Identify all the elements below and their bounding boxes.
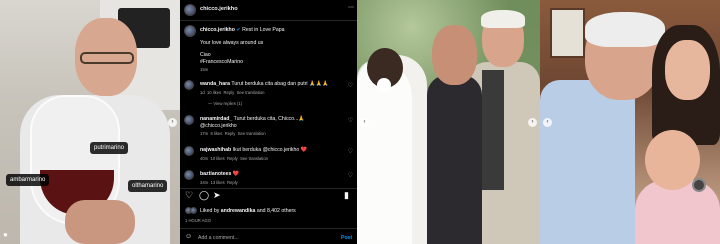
scarf (482, 70, 504, 190)
divider (180, 20, 357, 21)
comment-mention[interactable]: @chicco.jerikho (200, 123, 237, 130)
comment-like-icon[interactable]: ♡ (348, 117, 353, 124)
comment-meta: 1d 10 likes Reply See translation (200, 90, 265, 95)
next-arrow-icon[interactable]: › (168, 118, 177, 127)
next-arrow-icon[interactable]: › (528, 118, 537, 127)
liked-by-text[interactable]: Liked by andrewandika and 8,402 others (200, 208, 296, 215)
comment-avatar[interactable] (184, 115, 194, 125)
avatar[interactable] (184, 4, 196, 16)
comment-meta: 34m 13 likes Reply (200, 180, 238, 185)
comment-like-icon[interactable]: ♡ (348, 82, 353, 89)
person-tag-icon[interactable]: ● (3, 230, 8, 239)
emoji-icon[interactable]: ☺ (185, 233, 192, 242)
caption-line-2: Your love always around us (200, 40, 264, 46)
tag-ambarmarino[interactable]: ambarmarino (6, 174, 50, 186)
comment-text: wanda_hara Turut berduka cita abag dan p… (200, 81, 329, 87)
caption-line-3: Ciao (200, 52, 211, 58)
woman-head (432, 25, 477, 85)
hair-flower (377, 78, 391, 92)
caption-time: 15m (200, 67, 209, 72)
eyeglasses (80, 52, 134, 64)
hand (65, 200, 135, 244)
photo-panel-family: ‹ (540, 0, 720, 244)
divider (180, 188, 357, 189)
photo-panel-wedding: ‹ › (357, 0, 540, 244)
post-button[interactable]: Post (341, 235, 352, 242)
prev-arrow-icon[interactable]: ‹ (360, 118, 369, 127)
caption-avatar[interactable] (184, 25, 196, 37)
comment-avatar[interactable] (184, 170, 194, 180)
wristwatch (692, 178, 706, 192)
tag-putrimarino[interactable]: putrimarino (90, 142, 129, 154)
comment-avatar[interactable] (184, 80, 194, 90)
photo-panel-left: putrimarino ambarmarino olthamarino ● › (0, 0, 180, 244)
comment-avatar[interactable] (184, 146, 194, 156)
comment-text: nanamirdad_ Turut berduka cita, Chicco..… (200, 116, 305, 122)
comment-meta: 40m 10 likes Reply See translation (200, 156, 268, 161)
woman-body (427, 75, 482, 244)
comment-like-icon[interactable]: ♡ (348, 172, 353, 179)
man-shirt (540, 80, 635, 244)
divider (180, 228, 357, 229)
comment-like-icon[interactable]: ♡ (348, 148, 353, 155)
comment-meta: 17m 6 likes Reply See translation (200, 131, 266, 136)
share-icon[interactable]: ➤ (213, 190, 221, 201)
tag-olthamarino[interactable]: olthamarino (128, 180, 168, 192)
instagram-comments-panel: chicco.jerikho ⋯ chicco.jerikho ✔ Rest i… (180, 0, 357, 244)
man-hair (585, 12, 665, 47)
more-options-icon[interactable]: ⋯ (348, 5, 354, 13)
comment-text: najwashihab Ikut berduka @chicco.jerikho… (200, 147, 308, 153)
baby-shirt (635, 180, 720, 244)
comment-text: baztianotees ❤️ (200, 171, 240, 177)
add-comment-input[interactable]: Add a comment... (198, 235, 239, 242)
heart-icon[interactable]: ♡ (185, 190, 193, 201)
older-man-hair (481, 10, 525, 28)
view-replies-link[interactable]: — View replies (1) (208, 101, 242, 106)
liked-by-avatar (190, 207, 197, 214)
bookmark-icon[interactable]: ▮ (344, 190, 349, 201)
post-time: 1 HOUR AGO (185, 218, 212, 223)
caption-line-1: chicco.jerikho ✔ Rest in Love Papa (200, 27, 285, 33)
background-window (550, 8, 585, 58)
comment-icon[interactable]: ◯ (199, 190, 209, 201)
woman-face (665, 40, 710, 100)
prev-arrow-icon[interactable]: ‹ (543, 118, 552, 127)
post-username[interactable]: chicco.jerikho (200, 6, 238, 13)
caption-hashtag[interactable]: #FrancescoMarino (200, 59, 243, 66)
